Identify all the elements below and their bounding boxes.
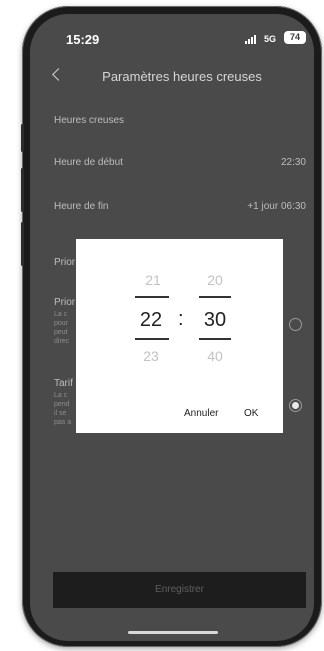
row-start-time-value[interactable]: 22:30	[281, 157, 306, 168]
minute-next[interactable]: 40	[196, 348, 234, 364]
minute-divider-bottom	[199, 338, 231, 340]
volume-down-button	[21, 222, 24, 266]
option-tarif-radio[interactable]	[289, 399, 302, 412]
row-end-time-value[interactable]: +1 jour 06:30	[247, 201, 306, 212]
row-heures-creuses-label: Heures creuses	[54, 115, 125, 126]
side-button	[21, 124, 24, 152]
page-header: Paramètres heures creuses	[30, 64, 314, 94]
ok-button[interactable]: OK	[244, 408, 258, 419]
status-time: 15:29	[66, 32, 100, 47]
option-tarif-desc-2: pend	[54, 401, 70, 408]
option-tarif-desc-1: La c	[54, 392, 68, 399]
option-prior-label: Prior	[54, 257, 76, 268]
hour-divider-top	[135, 296, 169, 298]
option-tarif-desc-3: il se	[54, 410, 67, 417]
row-start-time-label[interactable]: Heure de début	[54, 157, 123, 168]
home-indicator	[128, 631, 218, 634]
battery-icon: 74	[284, 31, 306, 44]
cancel-button[interactable]: Annuler	[184, 408, 218, 419]
option-prior2-label: Prior	[54, 297, 76, 308]
minute-prev[interactable]: 20	[196, 272, 234, 288]
minute-selected[interactable]: 30	[196, 309, 234, 332]
hour-divider-bottom	[135, 338, 169, 340]
volume-up-button	[21, 168, 24, 212]
row-end-time-label[interactable]: Heure de fin	[54, 201, 108, 212]
network-type: 5G	[264, 34, 277, 44]
hour-selected[interactable]: 22	[132, 309, 170, 332]
option-prior2-radio[interactable]	[289, 318, 302, 331]
time-separator: :	[178, 308, 184, 330]
hour-prev[interactable]: 21	[134, 272, 172, 288]
page-title: Paramètres heures creuses	[102, 69, 262, 84]
option-prior2-desc-3: peut	[54, 329, 68, 336]
status-bar: 15:29 5G 74	[30, 14, 314, 50]
option-prior2-desc-2: pour	[54, 320, 69, 327]
option-tarif-desc-4: pas a	[54, 419, 72, 426]
minute-divider-top	[199, 296, 231, 298]
option-tarif-label: Tarif	[54, 378, 73, 389]
signal-icon	[245, 35, 259, 44]
option-prior2-desc-4: direc	[54, 338, 70, 345]
save-button[interactable]: Enregistrer	[53, 572, 306, 608]
hour-next[interactable]: 23	[132, 348, 170, 364]
time-picker-dialog: 21 22 23 : 20 30 40 Annuler OK	[76, 239, 283, 433]
option-prior2-desc-1: La c	[54, 311, 68, 318]
